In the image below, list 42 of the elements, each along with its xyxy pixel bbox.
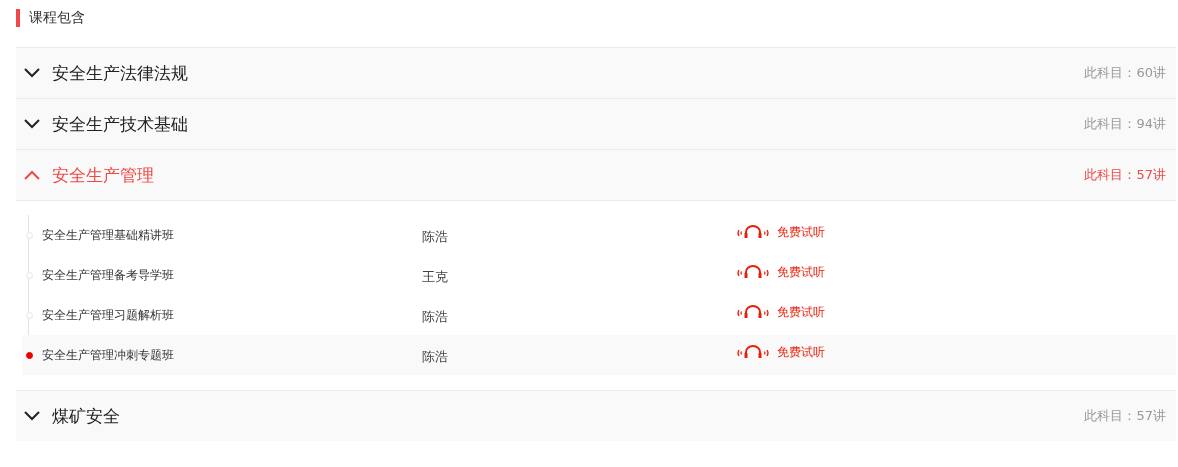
- caret-down-icon: [22, 410, 42, 422]
- lesson-count: 此科目：57讲: [1084, 166, 1166, 184]
- headphones-icon: [735, 225, 771, 239]
- accordion-header[interactable]: 安全生产法律法规 此科目：60讲: [16, 47, 1176, 98]
- subject-title: 安全生产法律法规: [52, 61, 189, 85]
- lesson-title: 安全生产管理习题解析班: [41, 306, 175, 324]
- accordion-header[interactable]: 安全生产技术基础 此科目：94讲: [16, 98, 1176, 149]
- timeline-dot: [25, 271, 33, 279]
- lesson-title: 安全生产管理冲刺专题班: [41, 346, 175, 364]
- timeline-dot: [25, 311, 33, 319]
- subject-title: 安全生产管理: [52, 163, 155, 187]
- subject-title: 安全生产技术基础: [52, 112, 189, 136]
- headphones-icon: [735, 345, 771, 359]
- free-trial-link[interactable]: 免费试听: [777, 343, 825, 361]
- lesson-count: 此科目：94讲: [1084, 115, 1166, 133]
- lesson-count: 此科目：60讲: [1084, 64, 1166, 82]
- section-heading: 课程包含: [29, 9, 85, 27]
- headphones-icon: [735, 265, 771, 279]
- headphones-icon: [735, 305, 771, 319]
- teacher-name: 王克: [422, 268, 449, 286]
- caret-down-icon: [22, 118, 42, 130]
- teacher-name: 陈浩: [422, 228, 449, 246]
- lesson-row[interactable]: 安全生产管理备考导学班 王克 免费试听: [22, 255, 1176, 295]
- subject-title: 煤矿安全: [52, 404, 121, 428]
- free-trial-link[interactable]: 免费试听: [777, 263, 825, 281]
- lesson-row[interactable]: 安全生产管理基础精讲班 陈浩 免费试听: [22, 215, 1176, 255]
- caret-down-icon: [22, 67, 42, 79]
- lesson-title: 安全生产管理备考导学班: [41, 266, 175, 284]
- accordion-header[interactable]: 煤矿安全 此科目：57讲: [16, 390, 1176, 441]
- lesson-row[interactable]: 安全生产管理冲刺专题班 陈浩 免费试听: [22, 335, 1176, 375]
- caret-up-icon: [22, 169, 42, 181]
- lesson-title: 安全生产管理基础精讲班: [41, 226, 175, 244]
- free-trial-link[interactable]: 免费试听: [777, 303, 825, 321]
- accordion-header[interactable]: 安全生产管理 此科目：57讲: [16, 149, 1176, 200]
- free-trial-link[interactable]: 免费试听: [777, 223, 825, 241]
- lesson-count: 此科目：57讲: [1084, 407, 1166, 425]
- teacher-name: 陈浩: [422, 348, 449, 366]
- lesson-row[interactable]: 安全生产管理习题解析班 陈浩 免费试听: [22, 295, 1176, 335]
- timeline-dot: [25, 231, 33, 239]
- teacher-name: 陈浩: [422, 308, 449, 326]
- timeline-dot: [25, 351, 33, 359]
- accent-bar: [16, 9, 20, 27]
